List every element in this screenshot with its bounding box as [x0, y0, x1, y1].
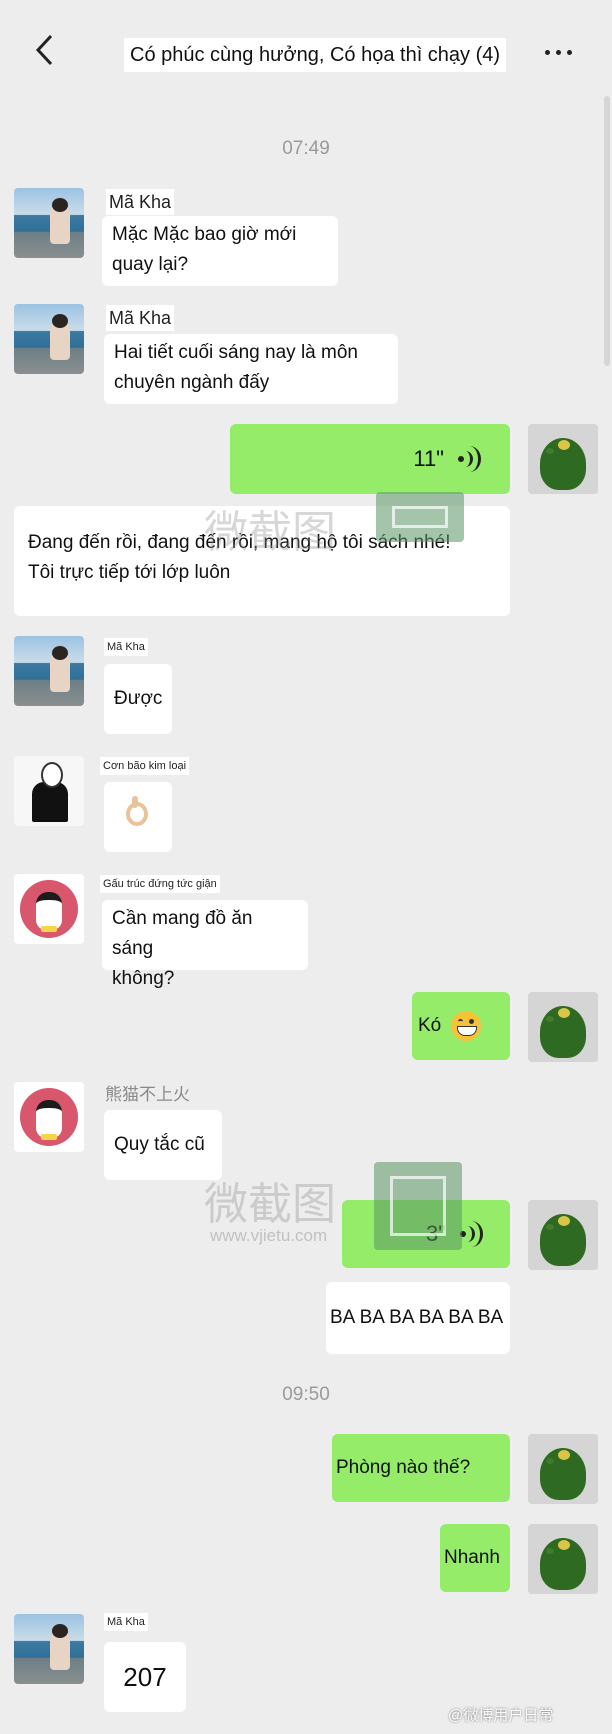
avatar-self[interactable]: [528, 1200, 598, 1270]
avatar-ma-kha[interactable]: [14, 304, 84, 374]
avatar-self[interactable]: [528, 992, 598, 1062]
message-line: chuyên ngành đấy: [114, 372, 270, 393]
avatar-self[interactable]: [528, 1434, 598, 1504]
message-text: 207: [123, 1662, 167, 1692]
message-bubble[interactable]: 207: [104, 1642, 186, 1712]
message-text: Nhanh: [444, 1547, 500, 1568]
message-bubble[interactable]: Cần mang đồ ăn sáng không?: [102, 900, 308, 989]
ok-hand-icon: [126, 796, 148, 826]
message-bubble[interactable]: Nhanh: [440, 1524, 510, 1592]
message-text: Phòng nào thế?: [336, 1457, 471, 1478]
message-line: Mặc Mặc bao giờ mới: [112, 224, 297, 245]
watermark-logo: [374, 1162, 462, 1250]
avatar-con-bao-kim-loai[interactable]: [14, 756, 84, 826]
timestamp: 09:50: [282, 1384, 330, 1405]
more-dots-icon: [544, 49, 550, 55]
message-bubble[interactable]: Mặc Mặc bao giờ mới quay lại?: [102, 216, 338, 286]
message-line: Tôi trực tiếp tới lớp luôn: [28, 562, 231, 583]
watermark-text: 微截图: [204, 1179, 336, 1230]
message-text: Kó: [418, 1015, 442, 1036]
sender-name: Mã Kha: [106, 189, 175, 215]
message-line: Cần mang đồ ăn sáng: [112, 908, 253, 959]
message-text: Quy tắc cũ: [114, 1134, 205, 1155]
watermark-text: 微截图: [204, 507, 336, 558]
message-text: BA BA BA BA BA BA: [330, 1307, 504, 1328]
chevron-left-icon: [35, 34, 53, 66]
sender-name: Cơn bão kim loại: [100, 757, 190, 775]
sender-name: Mã Kha: [104, 1613, 148, 1631]
message-bubble[interactable]: BA BA BA BA BA BA: [326, 1282, 510, 1354]
sender-name: Mã Kha: [104, 638, 148, 656]
sender-name: Mã Kha: [106, 305, 175, 331]
message-text: Được: [114, 688, 163, 709]
scrollbar[interactable]: [604, 96, 610, 366]
sender-name: Gấu trúc đứng tức giận: [100, 875, 220, 893]
message-line: quay lại?: [112, 254, 189, 275]
message-bubble[interactable]: Kó: [412, 992, 510, 1060]
avatar-self[interactable]: [528, 1524, 598, 1594]
more-button[interactable]: [536, 40, 580, 64]
voice-duration: 11": [413, 446, 444, 471]
timestamp: 07:49: [282, 138, 330, 159]
voice-wave-icon: [458, 446, 481, 472]
message-bubble[interactable]: Được: [104, 664, 172, 734]
avatar-ma-kha[interactable]: [14, 188, 84, 258]
chat-header: Có phúc cùng hưởng, Có họa thì chạy (4): [0, 0, 612, 96]
grinning-face-icon: [451, 1011, 482, 1041]
message-bubble[interactable]: Hai tiết cuối sáng nay là môn chuyên ngà…: [104, 334, 398, 404]
chat-title: Có phúc cùng hưởng, Có họa thì chạy (4): [124, 38, 507, 72]
avatar-xiongmao[interactable]: [14, 1082, 84, 1152]
voice-wave-icon: [460, 1221, 483, 1247]
avatar-self[interactable]: [528, 424, 598, 494]
sender-name: 熊猫不上火: [105, 1085, 190, 1104]
avatar-ma-kha[interactable]: [14, 636, 84, 706]
voice-message-bubble[interactable]: 11": [230, 424, 510, 494]
back-button[interactable]: [26, 32, 62, 68]
watermark-url: www.vjietu.com: [210, 1226, 328, 1245]
avatar-gau-truc[interactable]: [14, 874, 84, 944]
watermark-logo: [376, 492, 464, 542]
message-line: Hai tiết cuối sáng nay là môn: [114, 342, 358, 363]
avatar-ma-kha[interactable]: [14, 1614, 84, 1684]
weibo-credit: @微博用户日常: [448, 1707, 554, 1724]
message-bubble[interactable]: [104, 782, 172, 852]
message-line: không?: [112, 968, 175, 989]
message-bubble[interactable]: Phòng nào thế?: [332, 1434, 510, 1502]
